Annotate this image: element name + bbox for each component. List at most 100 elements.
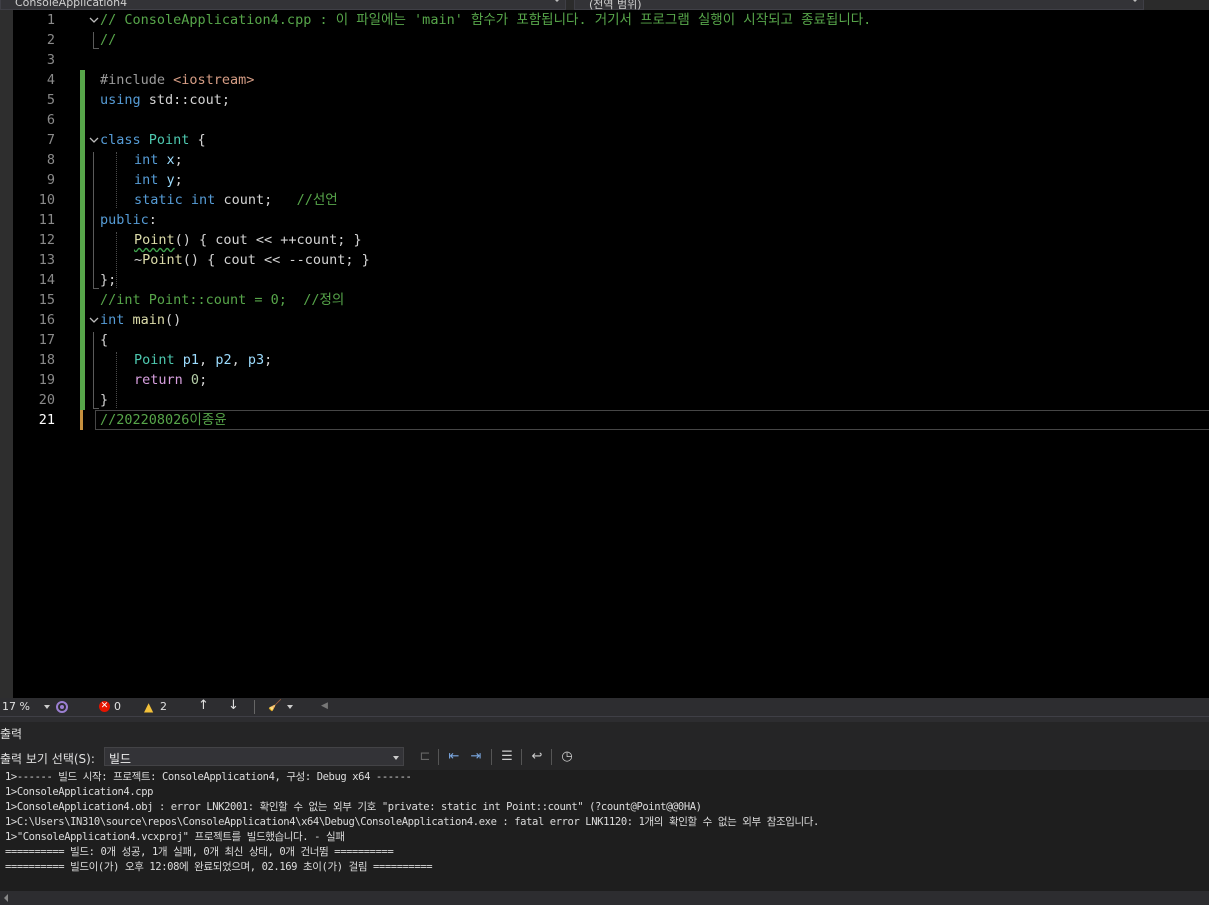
scroll-left-icon[interactable]: ◀: [321, 701, 328, 711]
chevron-down-icon: [553, 0, 561, 2]
code-cleanup-icon[interactable]: 🧹: [268, 699, 282, 712]
arrow-up-icon[interactable]: ↑: [198, 698, 209, 713]
type-name: Point: [148, 132, 190, 148]
code-text: ~: [134, 252, 143, 268]
line-number: 2: [46, 32, 55, 48]
code-line-12[interactable]: Point() { cout << ++count; }: [134, 230, 362, 250]
identifier: x: [166, 152, 175, 168]
code-text: count;: [215, 192, 297, 208]
code-line-18[interactable]: Point p1, p2, p3;: [134, 350, 272, 370]
separator: [254, 700, 255, 714]
line-number: 5: [46, 92, 55, 108]
code-text: ;: [174, 152, 183, 168]
previous-message-icon[interactable]: ⇤: [446, 749, 462, 765]
code-text: (): [165, 312, 182, 328]
collapse-chevron-icon[interactable]: [89, 15, 99, 25]
output-line: 1>ConsoleApplication4.cpp: [5, 786, 154, 798]
warning-icon[interactable]: ▲: [144, 700, 153, 714]
line-number-current: 21: [38, 412, 55, 428]
line-number: 16: [38, 312, 55, 328]
arrow-down-icon[interactable]: ↓: [228, 698, 239, 713]
fold-guide-end: [93, 408, 99, 409]
code-line-9[interactable]: int y;: [134, 170, 183, 190]
separator: [438, 749, 439, 765]
intellicode-icon[interactable]: [55, 700, 69, 714]
code-line-11[interactable]: public:: [100, 210, 157, 230]
output-line: 1>"ConsoleApplication4.vcxproj" 프로젝트를 빌드…: [5, 831, 345, 843]
code-line-1[interactable]: // ConsoleApplication4.cpp : 이 파일에는 'mai…: [100, 10, 871, 30]
comment: // ConsoleApplication4.cpp : 이 파일에는 'mai…: [100, 12, 872, 28]
output-line: 1>------ 빌드 시작: 프로젝트: ConsoleApplication…: [5, 771, 412, 783]
code-line-4[interactable]: #include <iostream>: [100, 70, 254, 90]
keyword: int: [100, 312, 125, 328]
fold-guide-end: [93, 48, 99, 49]
type-name: Point: [134, 352, 175, 368]
code-line-21[interactable]: //202208026이종윤: [100, 410, 227, 430]
output-line: 1>ConsoleApplication4.obj : error LNK200…: [5, 801, 702, 813]
output-source-value: 빌드: [109, 752, 132, 766]
separator: [551, 749, 552, 765]
output-text-area[interactable]: 1>------ 빌드 시작: 프로젝트: ConsoleApplication…: [0, 770, 1209, 891]
fold-guide: [93, 332, 94, 408]
chevron-down-icon: [393, 756, 399, 760]
output-source-select[interactable]: 빌드: [104, 747, 404, 766]
word-wrap-icon[interactable]: ↩: [529, 749, 545, 765]
line-number: 15: [38, 292, 55, 308]
output-source-label: 출력 보기 선택(S):: [0, 752, 95, 766]
fold-guide: [93, 152, 94, 288]
output-line: 1>C:\Users\IN310\source\repos\ConsoleApp…: [5, 816, 819, 828]
scope-dropdown[interactable]: (전역 범위): [574, 0, 1144, 10]
zoom-level[interactable]: 17 %: [2, 700, 30, 713]
collapse-chevron-icon[interactable]: [89, 315, 99, 325]
chevron-down-icon[interactable]: [44, 705, 50, 709]
keyword: using: [100, 92, 141, 108]
code-line-15[interactable]: //int Point::count = 0; //정의: [100, 290, 344, 310]
line-number: 8: [46, 152, 55, 168]
clear-all-icon[interactable]: ☰: [499, 749, 515, 765]
chevron-down-icon[interactable]: [287, 705, 293, 709]
next-message-icon[interactable]: ⇥: [468, 749, 484, 765]
code-text: }: [100, 392, 109, 408]
project-dropdown[interactable]: ConsoleApplication4: [0, 0, 566, 10]
line-number: 11: [38, 212, 55, 228]
constructor-name: Point: [134, 232, 175, 248]
code-text: :: [148, 212, 157, 228]
code-line-14[interactable]: };: [100, 270, 116, 290]
code-line-5[interactable]: using std::cout;: [100, 90, 230, 110]
horizontal-scrollbar[interactable]: [0, 891, 1209, 905]
fold-guide-end: [93, 288, 99, 289]
code-line-13[interactable]: ~Point() { cout << --count; }: [134, 250, 370, 270]
line-number: 10: [38, 192, 55, 208]
collapse-chevron-icon[interactable]: [89, 135, 99, 145]
code-line-7[interactable]: class Point {: [100, 130, 206, 150]
clock-icon[interactable]: ◷: [559, 749, 575, 765]
output-line: ========== 빌드: 0개 성공, 1개 실패, 0개 최신 상태, 0…: [5, 846, 394, 858]
code-line-16[interactable]: int main(): [100, 310, 181, 330]
code-line-17[interactable]: {: [100, 330, 108, 350]
function-name: main: [132, 312, 166, 328]
code-line-20[interactable]: }: [100, 390, 108, 410]
identifier: p3: [247, 352, 265, 368]
output-panel-toolbar: 출력 보기 선택(S): 빌드 ⊏ ⇤ ⇥ ☰ ↩ ◷: [0, 744, 1209, 770]
keyword: return: [134, 372, 183, 388]
find-message-icon[interactable]: ⊏: [417, 749, 433, 765]
identifier: p2: [215, 352, 232, 368]
code-line-10[interactable]: static int count; //선언: [134, 190, 338, 210]
code-text: ;: [174, 172, 183, 188]
comment: //: [100, 32, 117, 48]
code-editor[interactable]: 1 2 3 4 5 6 7 8 9 10 11 12 13 14 15 16 1…: [0, 10, 1209, 698]
warning-count[interactable]: 2: [160, 700, 167, 713]
error-count[interactable]: 0: [114, 700, 121, 713]
editor-status-bar: 17 % ✕ 0 ▲ 2 ↑ ↓ 🧹 ◀: [0, 698, 1209, 716]
code-line-8[interactable]: int x;: [134, 150, 183, 170]
destructor-name: Point: [142, 252, 183, 268]
output-line: ========== 빌드이(가) 오후 12:08에 완료되었으며, 02.1…: [5, 861, 433, 873]
line-number: 20: [38, 392, 55, 408]
comment: //202208026이종윤: [100, 412, 227, 428]
code-line-2[interactable]: //: [100, 30, 116, 50]
scroll-left-icon[interactable]: [4, 894, 8, 902]
error-icon[interactable]: ✕: [99, 701, 110, 712]
code-line-19[interactable]: return 0;: [134, 370, 207, 390]
